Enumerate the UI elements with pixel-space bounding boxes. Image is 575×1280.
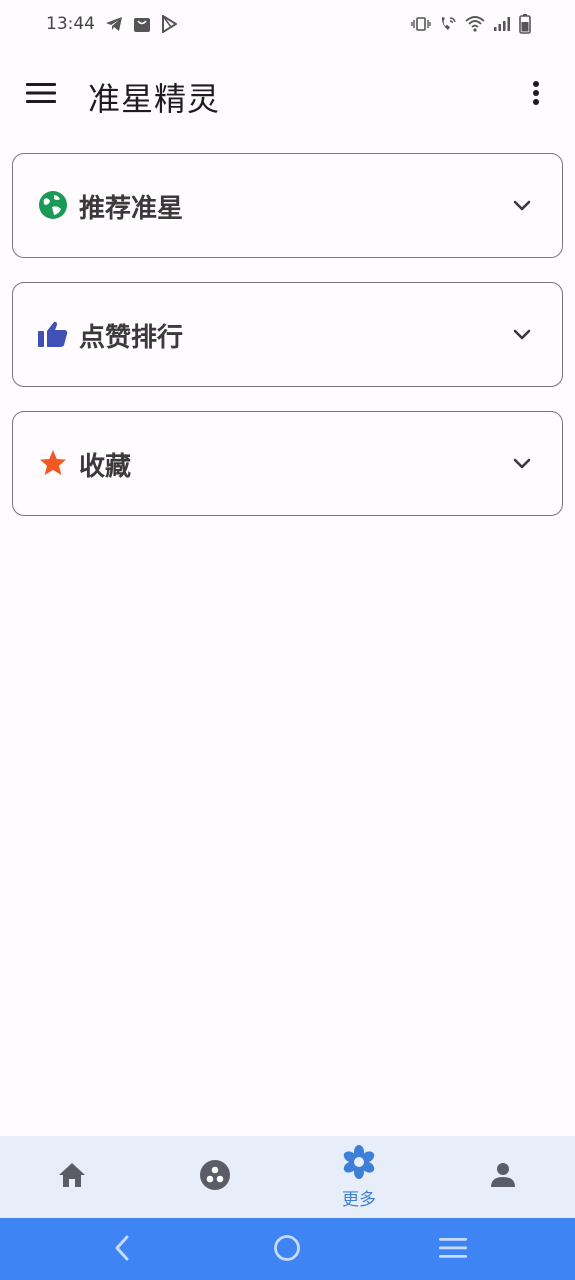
- person-icon: [489, 1161, 517, 1193]
- thumb-up-icon: [37, 318, 69, 350]
- nav-item-home[interactable]: [22, 1136, 122, 1218]
- status-left: 13:44: [46, 14, 177, 34]
- telegram-icon: [105, 16, 123, 32]
- card-favorites[interactable]: 收藏: [12, 411, 563, 516]
- status-bar: 13:44: [0, 0, 575, 48]
- vibrate-icon: [411, 16, 431, 32]
- shop-bag-icon: [133, 15, 151, 33]
- bottom-navigation: 更多: [0, 1136, 575, 1218]
- nav-label-more: 更多: [342, 1189, 376, 1210]
- nav-item-more[interactable]: 更多: [309, 1136, 409, 1218]
- system-navigation-bar: [0, 1218, 575, 1280]
- back-chevron-icon: [114, 1235, 130, 1265]
- system-back-button[interactable]: [106, 1234, 138, 1266]
- chevron-down-icon[interactable]: [508, 192, 536, 220]
- more-vert-icon: [532, 80, 540, 110]
- card-recommended[interactable]: 推荐准星: [12, 153, 563, 258]
- play-store-icon: [161, 15, 177, 33]
- card-label: 推荐准星: [79, 194, 184, 224]
- menu-button[interactable]: [22, 76, 60, 114]
- card-likes-ranking[interactable]: 点赞排行: [12, 282, 563, 387]
- app-bar: 准星精灵: [0, 60, 575, 130]
- recents-lines-icon: [439, 1237, 467, 1263]
- status-time: 13:44: [46, 14, 95, 34]
- page-title: 准星精灵: [88, 80, 221, 118]
- wifi-call-icon: [439, 15, 457, 33]
- nav-item-profile[interactable]: [453, 1136, 553, 1218]
- globe-icon: [37, 189, 69, 221]
- flower-icon: [342, 1144, 376, 1183]
- bubble-chart-icon: [199, 1159, 231, 1195]
- system-home-button[interactable]: [271, 1234, 303, 1266]
- home-icon: [57, 1161, 87, 1193]
- wifi-icon: [465, 16, 485, 32]
- star-icon: [37, 447, 69, 479]
- card-label: 收藏: [79, 452, 132, 482]
- card-label: 点赞排行: [79, 323, 184, 353]
- chevron-down-icon[interactable]: [508, 321, 536, 349]
- home-circle-icon: [273, 1234, 301, 1266]
- battery-icon: [519, 14, 531, 34]
- chevron-down-icon[interactable]: [508, 450, 536, 478]
- nav-item-discover[interactable]: [165, 1136, 265, 1218]
- hamburger-menu-icon: [26, 82, 56, 108]
- status-right: [411, 14, 531, 34]
- system-recents-button[interactable]: [437, 1234, 469, 1266]
- signal-icon: [493, 16, 511, 32]
- more-options-button[interactable]: [517, 76, 555, 114]
